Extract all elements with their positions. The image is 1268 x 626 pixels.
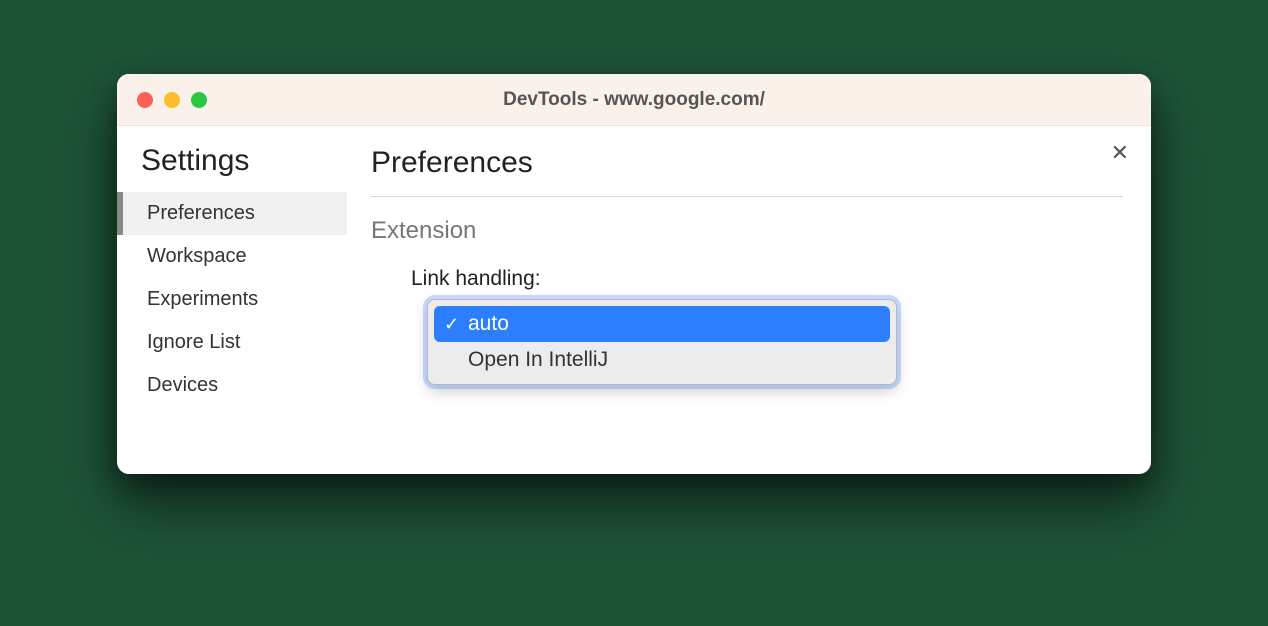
window-title: DevTools - www.google.com/: [117, 89, 1151, 111]
dropdown-option-label: Open In IntelliJ: [468, 348, 880, 372]
dropdown-option-intellij[interactable]: Open In IntelliJ: [434, 342, 890, 378]
link-handling-label: Link handling:: [411, 267, 1123, 291]
settings-sidebar: Settings Preferences Workspace Experimen…: [117, 126, 347, 474]
sidebar-item-workspace[interactable]: Workspace: [117, 235, 347, 278]
sidebar-item-label: Preferences: [147, 202, 255, 224]
devtools-window: DevTools - www.google.com/ ✕ Settings Pr…: [117, 74, 1151, 474]
sidebar-item-experiments[interactable]: Experiments: [117, 278, 347, 321]
main-panel: Preferences Extension Link handling: ✓ a…: [347, 126, 1151, 474]
page-title: Preferences: [371, 146, 1123, 197]
dropdown-option-auto[interactable]: ✓ auto: [434, 306, 890, 342]
sidebar-item-devices[interactable]: Devices: [117, 364, 347, 407]
sidebar-heading: Settings: [117, 144, 347, 192]
titlebar: DevTools - www.google.com/: [117, 74, 1151, 126]
sidebar-item-label: Ignore List: [147, 331, 240, 353]
traffic-lights: [117, 92, 207, 108]
link-handling-dropdown[interactable]: ✓ auto Open In IntelliJ: [427, 299, 897, 385]
maximize-window-button[interactable]: [191, 92, 207, 108]
minimize-window-button[interactable]: [164, 92, 180, 108]
sidebar-item-preferences[interactable]: Preferences: [117, 192, 347, 235]
close-icon[interactable]: ✕: [1111, 142, 1129, 164]
content-area: ✕ Settings Preferences Workspace Experim…: [117, 126, 1151, 474]
sidebar-item-ignore-list[interactable]: Ignore List: [117, 321, 347, 364]
close-window-button[interactable]: [137, 92, 153, 108]
sidebar-item-label: Experiments: [147, 288, 258, 310]
check-icon: ✓: [444, 314, 468, 335]
dropdown-option-label: auto: [468, 312, 880, 336]
section-heading: Extension: [371, 217, 1123, 245]
sidebar-item-label: Devices: [147, 374, 218, 396]
sidebar-item-label: Workspace: [147, 245, 247, 267]
